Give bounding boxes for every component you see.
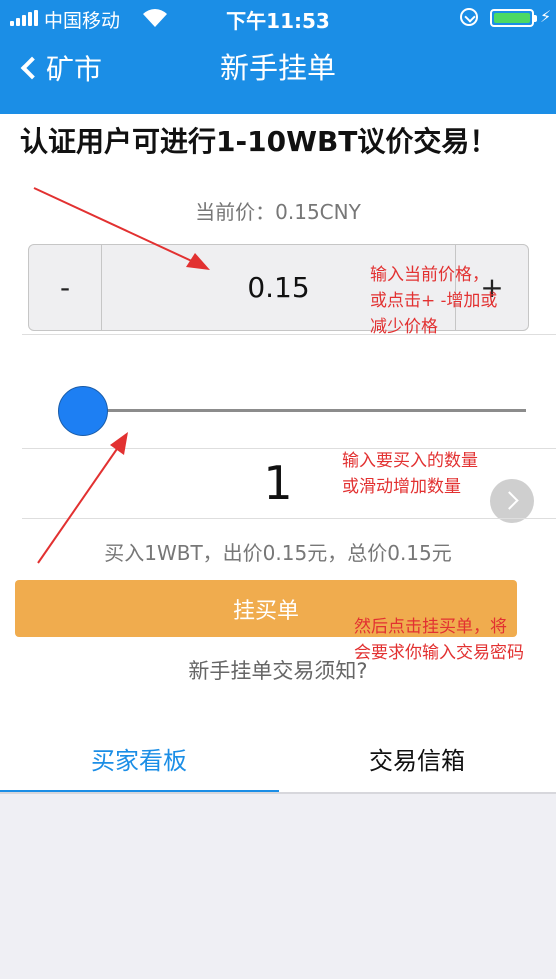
price-decrease-button[interactable]: - xyxy=(29,245,101,330)
tab-trade-mailbox[interactable]: 交易信箱 xyxy=(278,725,556,791)
chevron-right-icon[interactable] xyxy=(490,479,534,523)
rotation-lock-icon xyxy=(460,8,478,26)
tab-bar: 买家看板 交易信箱 xyxy=(0,725,556,791)
order-summary: 买入1WBT，出价0.15元，总价0.15元 xyxy=(104,541,452,565)
trade-notice: 认证用户可进行1-10WBT议价交易！ xyxy=(20,125,498,158)
app-header: 中国移动 下午11:53 ⚡ 矿市 新手挂单 xyxy=(0,0,556,114)
page-title: 新手挂单 xyxy=(219,51,336,85)
charging-icon: ⚡ xyxy=(540,7,552,26)
price-annotation: 输入当前价格， 或点击+ -增加或 减少价格 xyxy=(370,265,498,337)
current-price: 当前价：0.15CNY xyxy=(195,200,361,224)
tab-buyer-board[interactable]: 买家看板 xyxy=(0,725,278,791)
quantity-annotation: 输入要买入的数量 或滑动增加数量 xyxy=(342,451,478,497)
submit-annotation: 然后点击挂买单，将 会要求你输入交易密码 xyxy=(354,617,524,663)
slider-thumb[interactable] xyxy=(58,386,108,436)
divider xyxy=(22,518,556,519)
battery-icon xyxy=(490,9,537,27)
quantity-slider[interactable] xyxy=(58,385,526,437)
status-bar: 中国移动 下午11:53 ⚡ xyxy=(0,0,556,36)
tab-content-area xyxy=(0,794,556,979)
slider-track[interactable] xyxy=(82,409,526,412)
